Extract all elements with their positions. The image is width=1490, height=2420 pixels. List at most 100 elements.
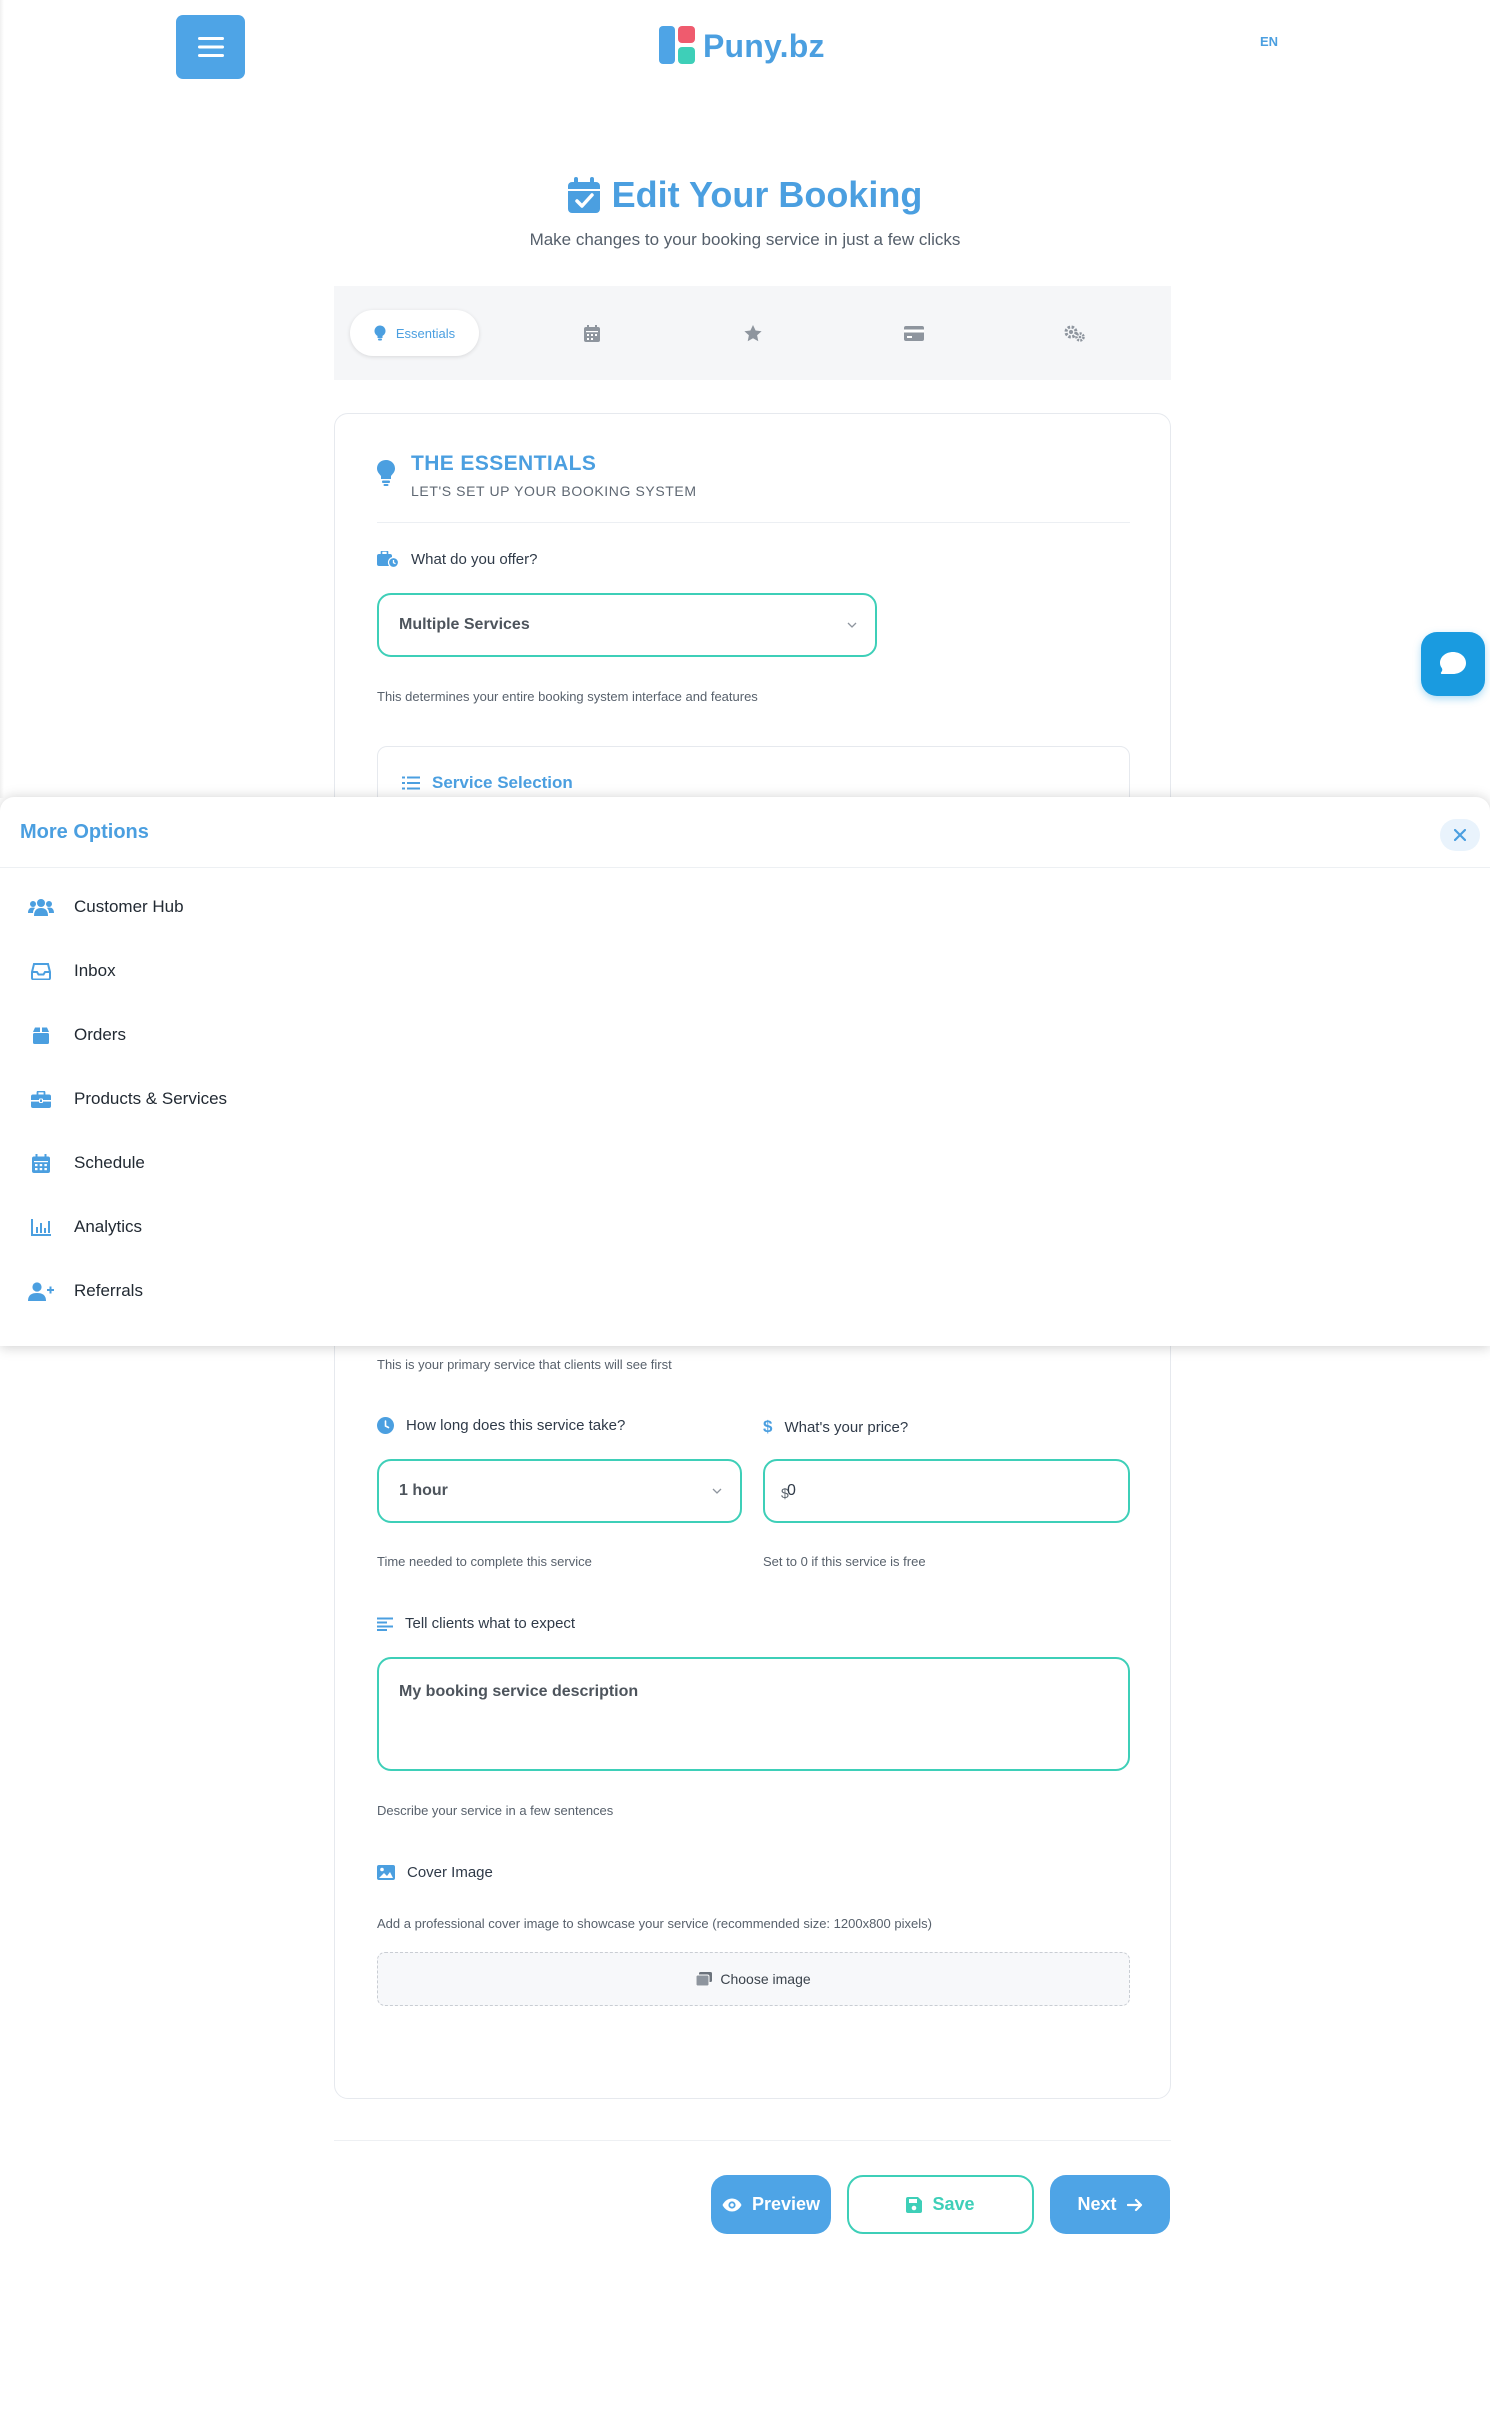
dollar-icon: $ <box>781 1485 789 1501</box>
step-tabs: Essentials <box>334 286 1171 380</box>
menu-item-orders[interactable]: Orders <box>28 1015 428 1055</box>
gears-icon <box>1064 325 1086 342</box>
briefcase-icon <box>28 1090 54 1108</box>
menu-item-schedule[interactable]: Schedule <box>28 1143 428 1183</box>
lightbulb-icon <box>377 460 395 486</box>
page-title: Edit Your Booking <box>611 174 923 215</box>
offer-select-value: Multiple Services <box>399 616 530 633</box>
save-label: Save <box>932 2194 975 2214</box>
calendar-icon <box>28 1153 54 1173</box>
description-textarea[interactable]: My booking service description <box>377 1657 1130 1771</box>
section-title: THE ESSENTIALS <box>411 452 597 475</box>
menu-item-referrals[interactable]: Referrals <box>28 1271 428 1311</box>
menu-item-label: Customer Hub <box>74 897 184 916</box>
hamburger-icon <box>197 36 224 58</box>
next-label: Next <box>1077 2194 1117 2214</box>
close-button[interactable] <box>1440 819 1480 851</box>
offer-label: What do you offer? <box>411 551 538 568</box>
tab-settings[interactable] <box>994 310 1155 356</box>
cover-label: Cover Image <box>407 1864 493 1881</box>
tab-essentials[interactable]: Essentials <box>350 310 479 356</box>
offer-hint: This determines your entire booking syst… <box>377 689 758 704</box>
more-options-header: More Options <box>0 797 1490 868</box>
close-icon <box>1454 829 1466 841</box>
menu-item-inbox[interactable]: Inbox <box>28 951 428 991</box>
choose-image-label: Choose image <box>720 1971 811 1987</box>
menu-item-products-services[interactable]: Products & Services <box>28 1079 428 1119</box>
chat-bubble-icon <box>1440 652 1466 676</box>
hamburger-menu-button[interactable] <box>176 15 245 79</box>
business-time-icon <box>377 551 399 568</box>
menu-item-label: Inbox <box>74 961 116 980</box>
brand-name: Puny.bz <box>703 27 825 64</box>
price-input[interactable]: $ 0 <box>763 1459 1130 1523</box>
service-selection-header[interactable]: Service Selection <box>402 773 573 793</box>
chat-button[interactable] <box>1421 632 1485 696</box>
preview-button[interactable]: Preview <box>711 2175 831 2234</box>
calendar-check-icon <box>567 177 600 213</box>
duration-hint: Time needed to complete this service <box>377 1554 592 1569</box>
credit-card-icon <box>903 325 924 341</box>
more-options-title: More Options <box>20 820 149 843</box>
chevron-down-icon <box>712 1488 722 1494</box>
logo-blocks-icon <box>659 26 697 66</box>
next-button[interactable]: Next <box>1050 2175 1170 2234</box>
menu-item-label: Orders <box>74 1025 126 1044</box>
cover-label-row: Cover Image <box>377 1864 493 1881</box>
offer-label-row: What do you offer? <box>377 551 537 568</box>
page-subtitle: Make changes to your booking service in … <box>529 230 961 249</box>
description-label: Tell clients what to expect <box>405 1615 576 1632</box>
bar-chart-icon <box>28 1218 54 1236</box>
tab-features[interactable] <box>673 310 834 356</box>
cover-hint: Add a professional cover image to showca… <box>377 1916 932 1931</box>
price-label: What's your price? <box>784 1418 909 1436</box>
duration-select[interactable]: 1 hour <box>377 1459 742 1523</box>
description-label-row: Tell clients what to expect <box>377 1615 575 1632</box>
menu-item-label: Products & Services <box>74 1089 228 1108</box>
floppy-disk-icon <box>906 2196 923 2213</box>
inbox-icon <box>28 962 54 980</box>
dollar-icon: $ <box>763 1417 773 1436</box>
list-icon <box>402 776 420 790</box>
chevron-down-icon <box>847 622 857 628</box>
orders-box-icon <box>28 1027 54 1044</box>
tab-essentials-label: Essentials <box>395 325 456 341</box>
service-selection-label: Service Selection <box>432 773 573 792</box>
menu-item-label: Schedule <box>74 1153 145 1172</box>
description-hint: Describe your service in a few sentences <box>377 1803 614 1818</box>
save-button[interactable]: Save <box>847 2175 1034 2234</box>
images-icon <box>696 1972 713 1986</box>
clock-icon <box>377 1417 394 1434</box>
menu-item-label: Analytics <box>74 1217 143 1236</box>
calendar-icon <box>584 324 601 342</box>
users-icon <box>28 898 54 916</box>
tab-payments[interactable] <box>833 310 994 356</box>
menu-item-customer-hub[interactable]: Customer Hub <box>28 887 428 927</box>
arrow-right-icon <box>1126 2198 1143 2212</box>
offer-select[interactable]: Multiple Services <box>377 593 877 657</box>
duration-select-value: 1 hour <box>399 1482 448 1499</box>
preview-label: Preview <box>751 2194 821 2214</box>
menu-item-analytics[interactable]: Analytics <box>28 1207 428 1247</box>
duration-label-row: How long does this service take? <box>377 1417 625 1434</box>
image-icon <box>377 1865 395 1880</box>
duration-label: How long does this service take? <box>406 1417 626 1434</box>
eye-icon <box>722 2198 742 2212</box>
footer-divider <box>334 2140 1171 2141</box>
menu-item-label: Referrals <box>74 1281 143 1300</box>
section-subtitle: LET'S SET UP YOUR BOOKING SYSTEM <box>411 483 697 499</box>
star-icon <box>744 324 762 342</box>
align-left-icon <box>377 1617 393 1631</box>
brand-logo[interactable]: Puny.bz <box>659 26 825 66</box>
tab-schedule[interactable] <box>512 310 673 356</box>
user-plus-icon <box>28 1281 54 1301</box>
page-edge-shadow <box>0 0 4 798</box>
section-divider <box>377 522 1130 523</box>
language-selector[interactable]: EN <box>1260 34 1278 49</box>
lightbulb-icon <box>374 325 386 341</box>
primary-service-hint: This is your primary service that client… <box>377 1357 672 1372</box>
price-hint: Set to 0 if this service is free <box>763 1554 926 1569</box>
page-heading: Edit Your Booking Make changes to your b… <box>0 174 1490 250</box>
section-header: THE ESSENTIALS LET'S SET UP YOUR BOOKING… <box>377 452 697 499</box>
choose-image-button[interactable]: Choose image <box>377 1952 1130 2006</box>
